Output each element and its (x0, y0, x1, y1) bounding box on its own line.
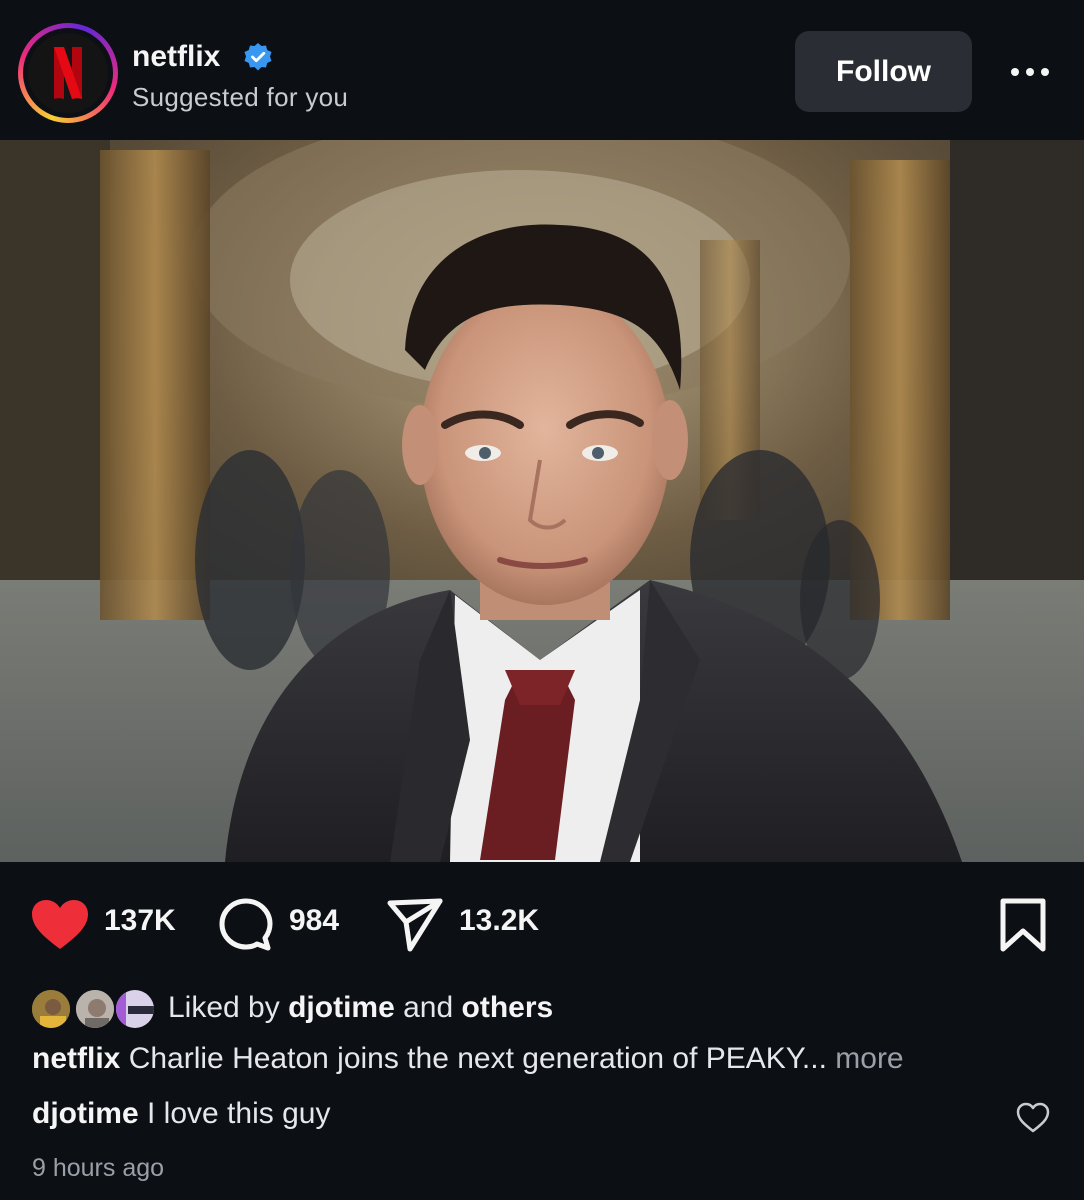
comment-like-heart-icon[interactable] (1016, 1102, 1050, 1134)
more-options-icon[interactable] (1002, 52, 1058, 92)
liker-avatar[interactable] (74, 988, 116, 1030)
liker-avatar[interactable] (30, 988, 72, 1030)
post-caption: netflix Charlie Heaton joins the next ge… (32, 1042, 1062, 1076)
liker-avatar-photo (116, 990, 154, 1028)
likes-count[interactable]: 137K (104, 904, 176, 938)
avatar-story-ring[interactable] (18, 23, 118, 123)
post-timestamp: 9 hours ago (32, 1154, 165, 1182)
liker-username[interactable]: djotime (288, 991, 395, 1024)
liked-by-text: Liked by djotime and others (168, 991, 554, 1024)
liked-by-row[interactable]: Liked by djotime and others (0, 984, 1084, 1032)
liker-avatar[interactable] (114, 988, 156, 1030)
comments-count[interactable]: 984 (289, 904, 339, 938)
shares-count[interactable]: 13.2K (459, 904, 539, 938)
like-heart-icon[interactable] (30, 899, 90, 951)
portrait-photo (0, 140, 1084, 862)
liker-avatar-photo (76, 990, 114, 1028)
others-link[interactable]: others (462, 991, 554, 1024)
post-header: netflix Suggested for you Follow (0, 0, 1084, 140)
comment-preview: djotime I love this guy (32, 1097, 330, 1131)
verified-badge-icon (244, 43, 272, 71)
comment-icon[interactable] (218, 897, 274, 953)
avatar (28, 33, 108, 113)
comment-username[interactable]: djotime (32, 1097, 139, 1130)
post-image[interactable] (0, 140, 1084, 862)
caption-username[interactable]: netflix (32, 1042, 120, 1075)
follow-button[interactable]: Follow (795, 31, 972, 112)
caption-text: Charlie Heaton joins the next generation… (128, 1042, 827, 1075)
comment-text: I love this guy (147, 1097, 331, 1130)
instagram-post: netflix Suggested for you Follow 137K 98… (0, 0, 1084, 1200)
share-send-icon[interactable] (386, 897, 444, 953)
username[interactable]: netflix (132, 40, 220, 74)
liker-avatar-photo (32, 990, 70, 1028)
caption-more-link[interactable]: more (835, 1042, 903, 1075)
post-actions: 137K 984 13.2K (0, 862, 1084, 982)
bookmark-icon[interactable] (998, 897, 1048, 953)
suggested-label: Suggested for you (132, 82, 349, 112)
netflix-logo-icon (28, 33, 108, 113)
